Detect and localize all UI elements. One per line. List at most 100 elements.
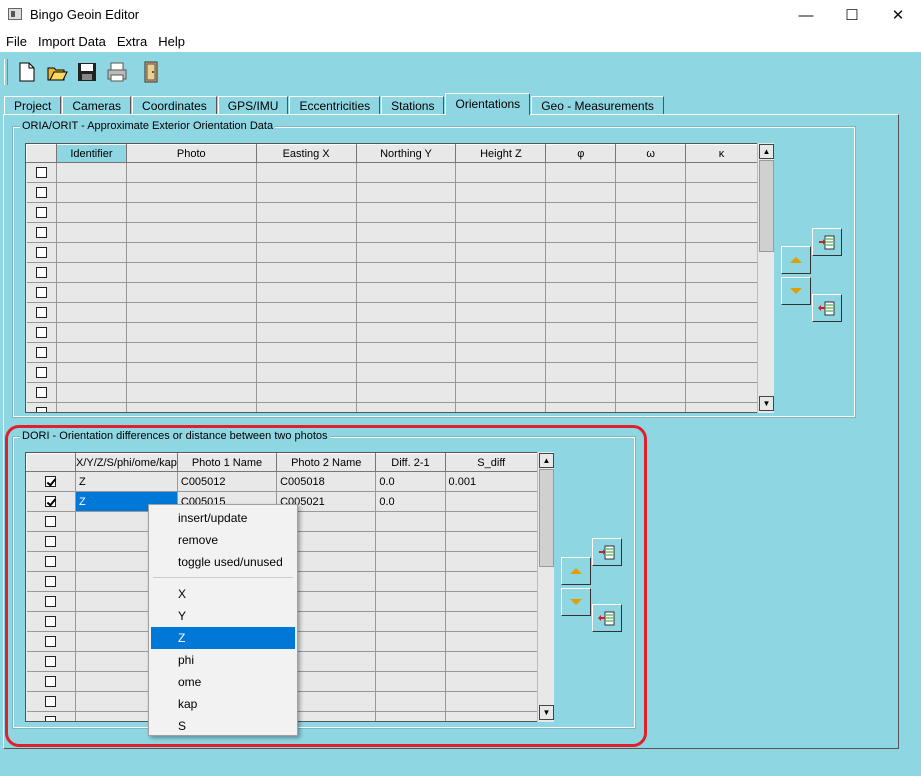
- used-checkbox[interactable]: [45, 536, 57, 548]
- grid-cell[interactable]: [685, 262, 758, 283]
- row-checkbox-cell[interactable]: [26, 631, 76, 652]
- grid-cell[interactable]: [56, 202, 127, 223]
- row-checkbox-cell[interactable]: [26, 611, 76, 632]
- used-checkbox[interactable]: [45, 596, 57, 608]
- grid-cell[interactable]: [545, 362, 617, 383]
- oria-grid[interactable]: Identifier Photo Easting X Northing Y He…: [25, 143, 759, 413]
- grid-cell[interactable]: [615, 202, 687, 223]
- grid-cell[interactable]: [56, 382, 127, 403]
- menu-import-data[interactable]: Import Data: [38, 34, 106, 49]
- row-checkbox-cell[interactable]: [26, 242, 57, 263]
- open-folder-icon[interactable]: [46, 61, 68, 83]
- row-checkbox-cell[interactable]: [26, 262, 57, 283]
- table-row[interactable]: [26, 362, 758, 383]
- grid-cell[interactable]: [356, 282, 457, 303]
- grid-cell[interactable]: [545, 302, 617, 323]
- ctx-option-z[interactable]: Z: [151, 627, 295, 649]
- sdiff-cell[interactable]: [445, 491, 538, 512]
- grid-cell[interactable]: [685, 322, 758, 343]
- oria-move-down-button[interactable]: [781, 277, 811, 305]
- grid-cell[interactable]: [445, 671, 538, 692]
- table-row[interactable]: [26, 282, 758, 303]
- grid-cell[interactable]: [56, 342, 127, 363]
- grid-cell[interactable]: [56, 222, 127, 243]
- row-checkbox-cell[interactable]: [26, 402, 57, 412]
- grid-cell[interactable]: [375, 651, 446, 672]
- grid-cell[interactable]: [256, 362, 357, 383]
- dori-scroll-thumb[interactable]: [539, 469, 554, 567]
- grid-cell[interactable]: [256, 262, 357, 283]
- diff-cell[interactable]: 0.0: [375, 471, 446, 492]
- oria-import-button[interactable]: [812, 228, 842, 256]
- grid-cell[interactable]: [615, 242, 687, 263]
- maximize-button[interactable]: ☐: [829, 0, 875, 30]
- grid-cell[interactable]: [356, 322, 457, 343]
- grid-cell[interactable]: [545, 322, 617, 343]
- row-checkbox-cell[interactable]: [26, 162, 57, 183]
- grid-cell[interactable]: [56, 262, 127, 283]
- row-checkbox-cell[interactable]: [26, 182, 57, 203]
- used-checkbox[interactable]: [45, 656, 57, 668]
- grid-cell[interactable]: [615, 162, 687, 183]
- grid-cell[interactable]: [455, 382, 547, 403]
- grid-cell[interactable]: [126, 222, 257, 243]
- row-checkbox-cell[interactable]: [26, 382, 57, 403]
- grid-cell[interactable]: [256, 342, 357, 363]
- used-checkbox[interactable]: [35, 227, 47, 239]
- grid-cell[interactable]: [375, 551, 446, 572]
- grid-cell[interactable]: [445, 691, 538, 712]
- used-checkbox[interactable]: [35, 187, 47, 199]
- row-checkbox-cell[interactable]: [26, 651, 76, 672]
- grid-cell[interactable]: [56, 362, 127, 383]
- tab-eccentricities[interactable]: Eccentricities: [289, 96, 381, 115]
- grid-cell[interactable]: [256, 382, 357, 403]
- grid-cell[interactable]: [615, 362, 687, 383]
- grid-cell[interactable]: [256, 222, 357, 243]
- grid-cell[interactable]: [375, 531, 446, 552]
- grid-cell[interactable]: [545, 262, 617, 283]
- oria-scrollbar[interactable]: ▲ ▼: [757, 143, 774, 413]
- grid-cell[interactable]: [356, 382, 457, 403]
- grid-cell[interactable]: [256, 322, 357, 343]
- tab-gps-imu[interactable]: GPS/IMU: [217, 96, 289, 115]
- dori-header-sdiff[interactable]: S_diff: [444, 453, 538, 472]
- oria-header-photo[interactable]: Photo: [125, 144, 257, 163]
- grid-cell[interactable]: [375, 511, 446, 532]
- ctx-option-x[interactable]: X: [151, 583, 295, 605]
- oria-header-height[interactable]: Height Z: [455, 144, 547, 163]
- oria-scroll-up-icon[interactable]: ▲: [759, 144, 774, 159]
- exit-door-icon[interactable]: [140, 61, 162, 83]
- grid-cell[interactable]: [56, 302, 127, 323]
- grid-cell[interactable]: [545, 182, 617, 203]
- grid-cell[interactable]: [685, 222, 758, 243]
- row-checkbox-cell[interactable]: [26, 551, 76, 572]
- menu-file[interactable]: File: [6, 34, 27, 49]
- grid-cell[interactable]: [126, 322, 257, 343]
- grid-cell[interactable]: [445, 631, 538, 652]
- oria-export-button[interactable]: [812, 294, 842, 322]
- grid-cell[interactable]: [685, 182, 758, 203]
- grid-cell[interactable]: [256, 402, 357, 412]
- grid-cell[interactable]: [455, 342, 547, 363]
- grid-cell[interactable]: [615, 322, 687, 343]
- grid-cell[interactable]: [356, 222, 457, 243]
- grid-cell[interactable]: [445, 651, 538, 672]
- type-cell[interactable]: Z: [75, 471, 178, 492]
- grid-cell[interactable]: [455, 402, 547, 412]
- used-checkbox[interactable]: [45, 616, 57, 628]
- grid-cell[interactable]: [375, 631, 446, 652]
- table-row[interactable]: [26, 162, 758, 183]
- grid-cell[interactable]: [445, 511, 538, 532]
- used-checkbox[interactable]: [45, 496, 57, 508]
- grid-cell[interactable]: [56, 182, 127, 203]
- row-checkbox-cell[interactable]: [26, 491, 76, 512]
- photo1-cell[interactable]: C005012: [177, 471, 278, 492]
- ctx-option-kap[interactable]: kap: [151, 693, 295, 715]
- oria-header-northing[interactable]: Northing Y: [355, 144, 457, 163]
- table-row[interactable]: [26, 342, 758, 363]
- dori-scrollbar[interactable]: ▲ ▼: [537, 452, 554, 722]
- grid-cell[interactable]: [256, 182, 357, 203]
- grid-cell[interactable]: [545, 222, 617, 243]
- used-checkbox[interactable]: [45, 636, 57, 648]
- grid-cell[interactable]: [685, 202, 758, 223]
